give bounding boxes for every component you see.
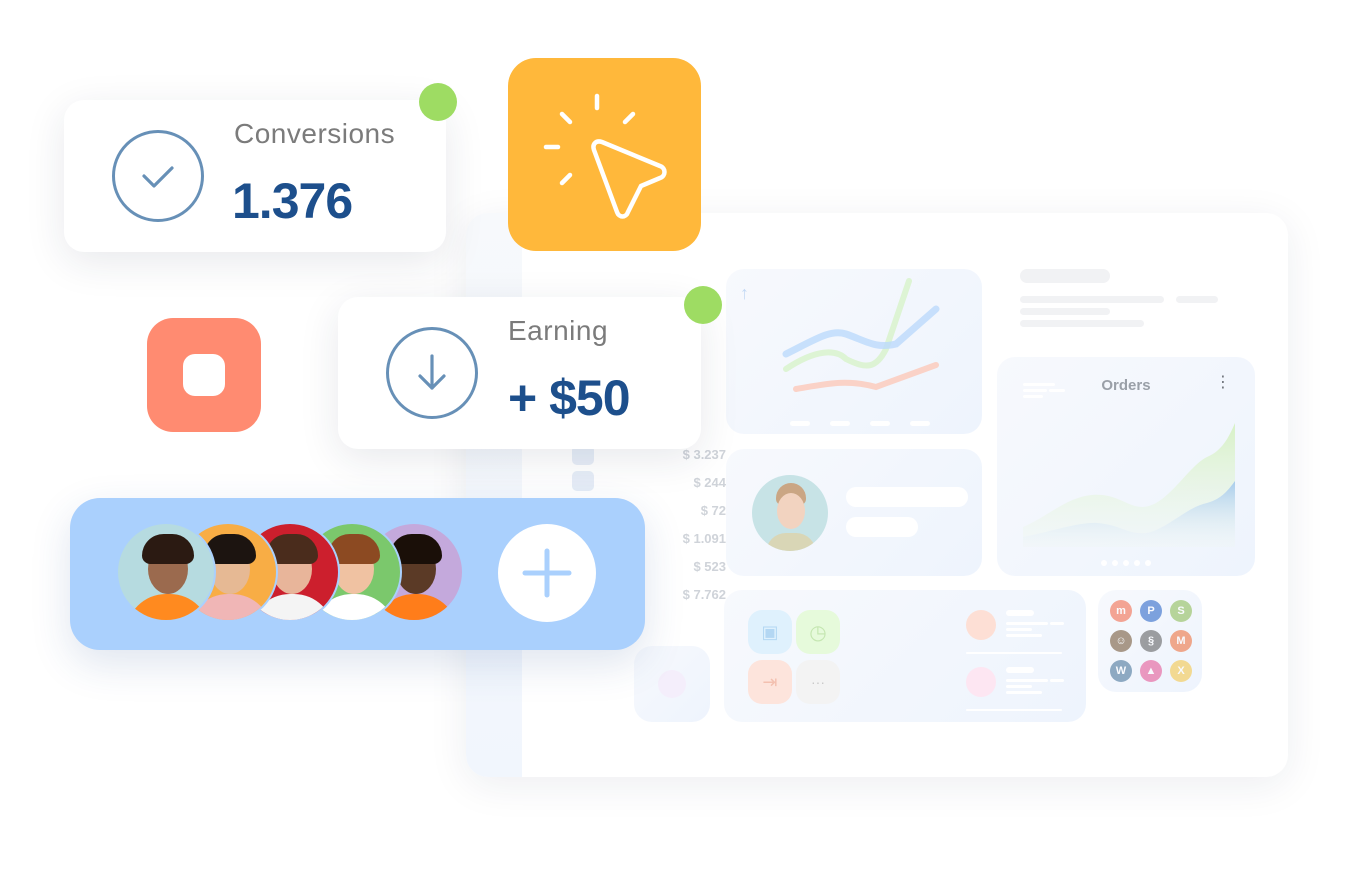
conversions-value: 1.376 [232,173,353,229]
mini-widget[interactable] [634,646,710,722]
plus-icon [522,548,572,598]
amount-item: $ 244 [693,475,726,490]
m-logo-icon[interactable]: m [1110,600,1132,622]
contact-divider [966,709,1062,711]
apps-panel[interactable]: ▣ ◷ ⇥ ··· [724,590,1086,722]
mailchimp-icon[interactable]: ☺ [1110,630,1132,652]
integrations-grid: m P S ☺ § M W ▲ X [1106,596,1196,686]
stop-icon [183,354,225,396]
mini-widget-dot [658,670,686,698]
wix-icon[interactable]: X [1170,660,1192,682]
contact-divider [966,652,1062,654]
cursor-click-tile[interactable] [508,58,701,251]
text-placeholder [1176,296,1218,303]
contact-name-placeholder [1006,610,1034,616]
profile-role-placeholder [846,517,918,537]
text-placeholder [1020,296,1164,303]
orders-panel[interactable]: Orders ⋮ [997,357,1255,576]
line-chart-panel[interactable]: ↑ [726,269,982,434]
app-tile-wallet-transfer[interactable]: ⇥ [748,660,792,704]
arrow-down-circle-icon [386,327,478,419]
integrations-panel[interactable]: m P S ☺ § M W ▲ X [1098,590,1202,692]
page-dot [1112,560,1118,566]
image-check-icon: ▣ [748,610,792,654]
clock-database-icon: ◷ [796,610,840,654]
earning-card[interactable]: Earning + $50 [338,297,701,449]
check-circle-icon [112,130,204,222]
page-dot [1134,560,1140,566]
profile-panel[interactable] [726,449,982,576]
flame-logo-icon[interactable]: ▲ [1140,660,1162,682]
avatar[interactable] [116,522,216,622]
contact-avatar [966,667,996,697]
orders-area-chart [1023,423,1235,547]
line-chart [782,278,940,426]
orders-pagination[interactable] [997,560,1255,566]
app-tile-clock-database[interactable]: ◷ [796,610,840,654]
paypal-icon[interactable]: P [1140,600,1162,622]
heading-placeholder [1020,269,1110,283]
app-tile-more[interactable]: ··· [796,660,840,704]
wallet-transfer-icon: ⇥ [748,660,792,704]
conversions-label: Conversions [234,118,396,149]
more-horizontal-icon: ··· [796,660,840,704]
page-dot [1145,560,1151,566]
chart-line-green [783,278,912,372]
text-placeholder [1020,308,1110,315]
conversions-card[interactable]: Conversions 1.376 [64,100,446,252]
cursor-click-icon [543,93,667,219]
add-member-button[interactable] [498,524,596,622]
chart-x-ticks [790,421,930,426]
shopify-icon[interactable]: S [1170,600,1192,622]
stop-tile[interactable] [147,318,261,432]
text-placeholder [1020,320,1144,327]
chart-line-red [793,362,939,392]
page-dot [1101,560,1107,566]
wordpress-icon[interactable]: W [1110,660,1132,682]
profile-avatar [752,475,828,551]
earning-label: Earning [508,315,609,346]
contact-name-placeholder [1006,667,1034,673]
avatar-hair [142,534,194,564]
profile-name-placeholder [846,487,968,507]
squarespace-icon[interactable]: § [1140,630,1162,652]
magento-icon[interactable]: M [1170,630,1192,652]
conversions-status-dot [419,83,457,121]
amount-chip [572,471,594,491]
contact-avatar [966,610,996,640]
earning-status-dot [684,286,722,324]
earning-value: + $50 [508,370,631,426]
app-tile-image-check[interactable]: ▣ [748,610,792,654]
chart-line-blue [782,305,940,358]
team-members-bar [70,498,645,650]
avatar-shirt [126,594,210,620]
page-dot [1123,560,1129,566]
